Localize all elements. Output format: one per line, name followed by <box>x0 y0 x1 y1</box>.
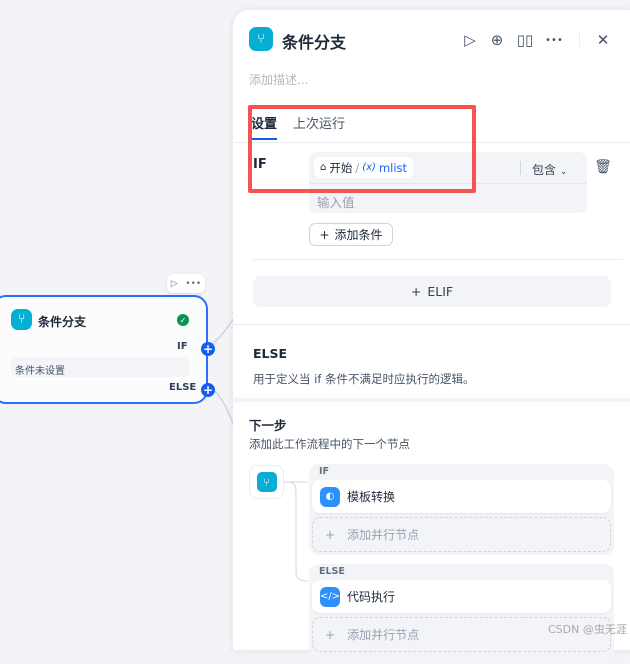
node-label: 模板转换 <box>347 490 396 504</box>
run-step-icon[interactable]: ▷ <box>460 30 480 50</box>
divider <box>233 324 630 325</box>
locate-icon[interactable]: ⊕ <box>487 30 507 50</box>
plus-icon: + <box>410 284 422 299</box>
branch-else: ELSE </> 代码执行 + 添加并行节点 <box>309 564 614 664</box>
condition-summary: 条件未设置 <box>11 357 189 377</box>
if-handle-label: IF <box>177 341 188 352</box>
node-label: 代码执行 <box>347 590 396 604</box>
close-icon[interactable]: ✕ <box>593 30 613 50</box>
plus-icon: + <box>325 527 336 542</box>
current-node-box: ⑂ <box>249 465 284 499</box>
plus-icon: + <box>319 227 330 242</box>
operator-value: 包含 <box>532 163 557 177</box>
panel-title[interactable]: 条件分支 <box>282 29 346 53</box>
operator-divider <box>520 161 521 175</box>
trash-icon[interactable]: 🗑 <box>594 158 612 176</box>
header-divider <box>579 32 580 47</box>
docs-book-icon[interactable]: ▯▯ <box>515 30 535 50</box>
description-input[interactable]: 添加描述... <box>249 71 308 88</box>
add-parallel-label: 添加并行节点 <box>347 628 420 642</box>
elif-label: ELIF <box>427 284 454 299</box>
section-divider <box>233 398 630 402</box>
next-step-description: 添加此工作流程中的下一个节点 <box>249 437 410 451</box>
else-handle-label: ELSE <box>169 382 197 393</box>
run-icon[interactable]: ▷ <box>171 279 178 289</box>
next-node-code-execution[interactable]: </> 代码执行 <box>312 580 611 613</box>
node-toolbar: ▷ ••• <box>167 274 205 293</box>
value-input[interactable]: 输入值 <box>317 192 355 211</box>
branch-label: IF <box>319 466 330 477</box>
add-parallel-label: 添加并行节点 <box>347 528 420 542</box>
operator-select[interactable]: 包含 ⌄ <box>532 161 567 178</box>
branch-label: ELSE <box>319 566 345 577</box>
branch-connectors <box>284 481 309 582</box>
watermark: CSDN @虫无涯 <box>548 623 627 636</box>
highlight-annotation-box <box>248 105 476 193</box>
branch-icon: ⑂ <box>11 309 32 330</box>
more-icon[interactable]: ••• <box>544 30 564 50</box>
node-title: 条件分支 <box>38 315 87 329</box>
add-parallel-node-button[interactable]: + 添加并行节点 <box>312 517 611 552</box>
if-add-handle[interactable]: + <box>201 342 215 356</box>
add-condition-button[interactable]: + 添加条件 <box>309 223 393 246</box>
branch-icon: ⑂ <box>256 472 277 492</box>
add-condition-label: 添加条件 <box>334 228 383 242</box>
chevron-down-icon: ⌄ <box>559 167 568 177</box>
elif-button[interactable]: + ELIF <box>253 276 611 307</box>
code-icon: </> <box>320 586 340 607</box>
next-step-title: 下一步 <box>249 418 287 433</box>
more-icon[interactable]: ••• <box>185 279 201 289</box>
branch-if: IF ◐ 模板转换 + 添加并行节点 <box>309 464 614 555</box>
success-check-icon: ✓ <box>177 314 189 326</box>
template-icon: ◐ <box>320 486 340 507</box>
else-description: 用于定义当 if 条件不满足时应执行的逻辑。 <box>253 372 475 386</box>
else-title: ELSE <box>253 346 288 361</box>
canvas-node-if-else[interactable]: ⑂ 条件分支 ✓ IF + 条件未设置 ELSE + <box>0 295 215 404</box>
branch-icon: ⑂ <box>249 27 273 51</box>
next-node-template-transform[interactable]: ◐ 模板转换 <box>312 480 611 513</box>
else-add-handle[interactable]: + <box>201 383 215 397</box>
plus-icon: + <box>325 627 336 642</box>
divider <box>253 259 623 260</box>
